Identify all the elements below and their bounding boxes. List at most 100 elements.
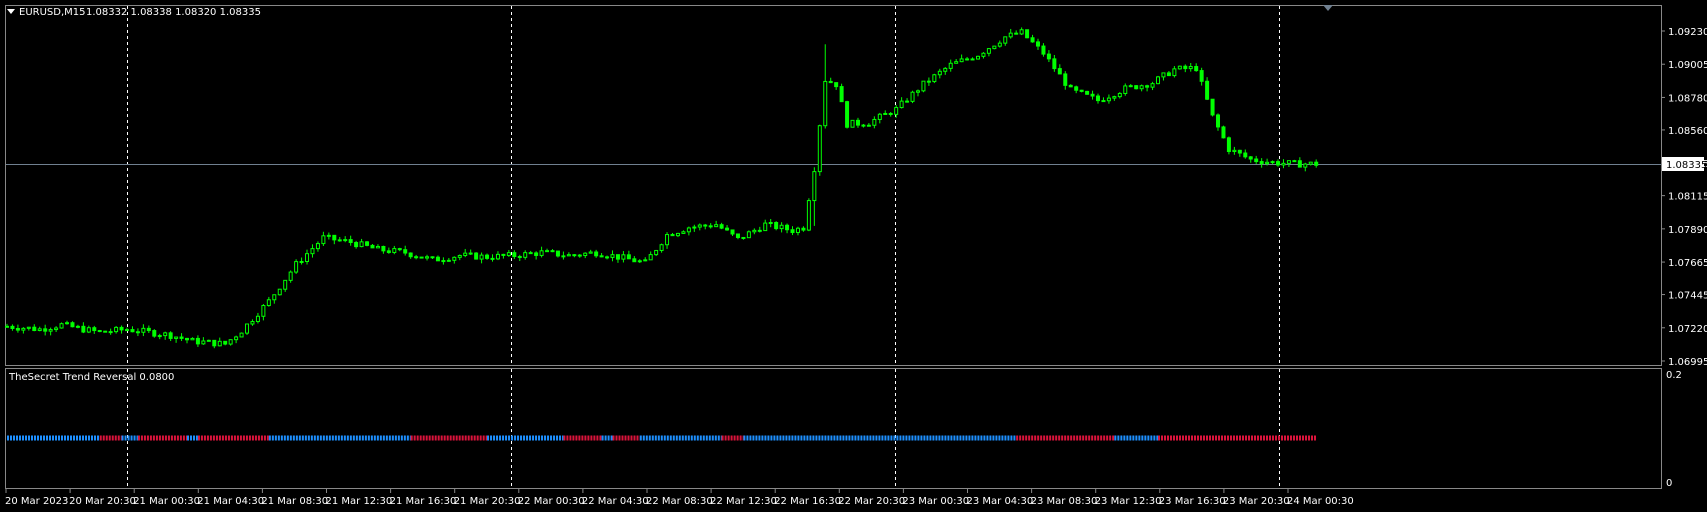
candle-body (108, 331, 113, 334)
candle-body (206, 339, 211, 342)
candle-body (414, 256, 419, 259)
candle-body (757, 229, 762, 232)
candle-body (174, 336, 179, 339)
candle-body (370, 244, 375, 249)
candle-body (397, 248, 402, 251)
candle-body (1014, 32, 1019, 35)
candle-body (48, 329, 53, 332)
candle-body (763, 222, 768, 232)
candle-body (288, 271, 293, 281)
candle-body (839, 86, 844, 103)
candle-body (152, 330, 157, 337)
candle-body (970, 58, 975, 61)
main-pane-frame (5, 5, 1662, 366)
candle-body (1008, 32, 1013, 38)
candle-body (1090, 93, 1095, 97)
candle-body (452, 256, 457, 261)
candle-body (719, 224, 724, 229)
candle-body (185, 337, 190, 341)
price-tick-label: 1.08780 (1668, 93, 1707, 104)
candle-body (692, 226, 697, 229)
time-tick-label: 22 Mar 04:30 (582, 496, 649, 507)
candle-body (348, 239, 353, 244)
candle-body (1259, 161, 1264, 165)
candle-body (468, 252, 473, 255)
chart-shift-marker-icon[interactable] (1323, 5, 1333, 11)
candle-body (435, 256, 440, 262)
candle-body (1057, 68, 1062, 75)
candle-body (375, 245, 380, 249)
candle-body (485, 254, 490, 259)
candle-body (1286, 160, 1291, 164)
candle-body (441, 260, 446, 263)
price-chart[interactable]: 1.09230 1.09005 1.08780 1.08560 1.08335 1.081… (0, 0, 1707, 512)
candle-body (479, 254, 484, 260)
candle-body (326, 234, 331, 237)
grid-lines (127, 6, 1280, 488)
price-tick-label: 1.07445 (1668, 291, 1707, 302)
candle-body (801, 227, 806, 231)
candle-body (1139, 85, 1144, 90)
candle-body (626, 254, 631, 260)
candle-body (1079, 89, 1084, 92)
candle-body (1052, 58, 1057, 70)
candle-body (545, 250, 550, 253)
candle-body (866, 124, 871, 127)
candle-body (566, 254, 571, 257)
candle-body (1221, 126, 1226, 139)
candle-body (806, 200, 811, 231)
chart-window[interactable]: 1.09230 1.09005 1.08780 1.08560 1.08335 1.081… (0, 0, 1707, 512)
candle-body (1205, 80, 1210, 100)
candle-body (1237, 149, 1242, 154)
candle-body (501, 253, 506, 256)
indicator-scale-top: 0.2 (1666, 370, 1682, 381)
candle-body (588, 251, 593, 254)
candle-body (1112, 96, 1117, 99)
price-tick-label: 1.08560 (1668, 126, 1707, 137)
candle-body (425, 256, 430, 259)
candle-body (1254, 158, 1259, 163)
candle-body (1308, 161, 1313, 165)
candle-body (785, 224, 790, 231)
candle-body (621, 254, 626, 260)
time-tick-label: 23 Mar 04:30 (967, 496, 1034, 507)
candle-body (157, 335, 162, 338)
candle-body (163, 332, 168, 337)
time-tick-label: 21 Mar 00:30 (133, 496, 200, 507)
price-tick-label: 1.07665 (1668, 258, 1707, 269)
candle-body (708, 225, 713, 228)
symbol-label: EURUSD,M15 (19, 7, 85, 18)
candle-body (610, 254, 615, 258)
candle-body (92, 327, 97, 332)
candle-body (457, 254, 462, 258)
candle-body (1030, 37, 1035, 43)
candles (5, 27, 1319, 349)
time-tick-label: 21 Mar 04:30 (197, 496, 264, 507)
candle-body (239, 332, 244, 338)
candle-body (523, 252, 528, 258)
candle-body (905, 100, 910, 103)
candle-body (343, 239, 348, 242)
candle-body (81, 325, 86, 333)
candle-body (583, 252, 588, 257)
dropdown-arrow-icon[interactable] (7, 9, 15, 14)
candle-body (883, 112, 888, 115)
time-tick-label: 22 Mar 16:30 (774, 496, 841, 507)
candle-body (32, 326, 37, 332)
candle-body (1096, 95, 1100, 102)
candle-body (315, 243, 320, 250)
candle-body (1063, 73, 1068, 86)
candle-body (828, 80, 833, 84)
current-price-label: 1.08335 (1666, 160, 1707, 171)
candle-body (1183, 65, 1188, 70)
time-tick-label: 23 Mar 12:30 (1095, 496, 1162, 507)
price-axis: 1.09230 1.09005 1.08780 1.08560 1.08335 1.081… (1661, 27, 1707, 368)
price-tick-label: 1.08115 (1668, 192, 1707, 203)
candle-body (1199, 70, 1204, 82)
candle-body (365, 241, 370, 246)
candle-body (310, 248, 315, 255)
candle-body (921, 80, 926, 92)
candle-body (1068, 84, 1073, 88)
candle-body (217, 340, 222, 347)
candle-body (795, 227, 800, 234)
